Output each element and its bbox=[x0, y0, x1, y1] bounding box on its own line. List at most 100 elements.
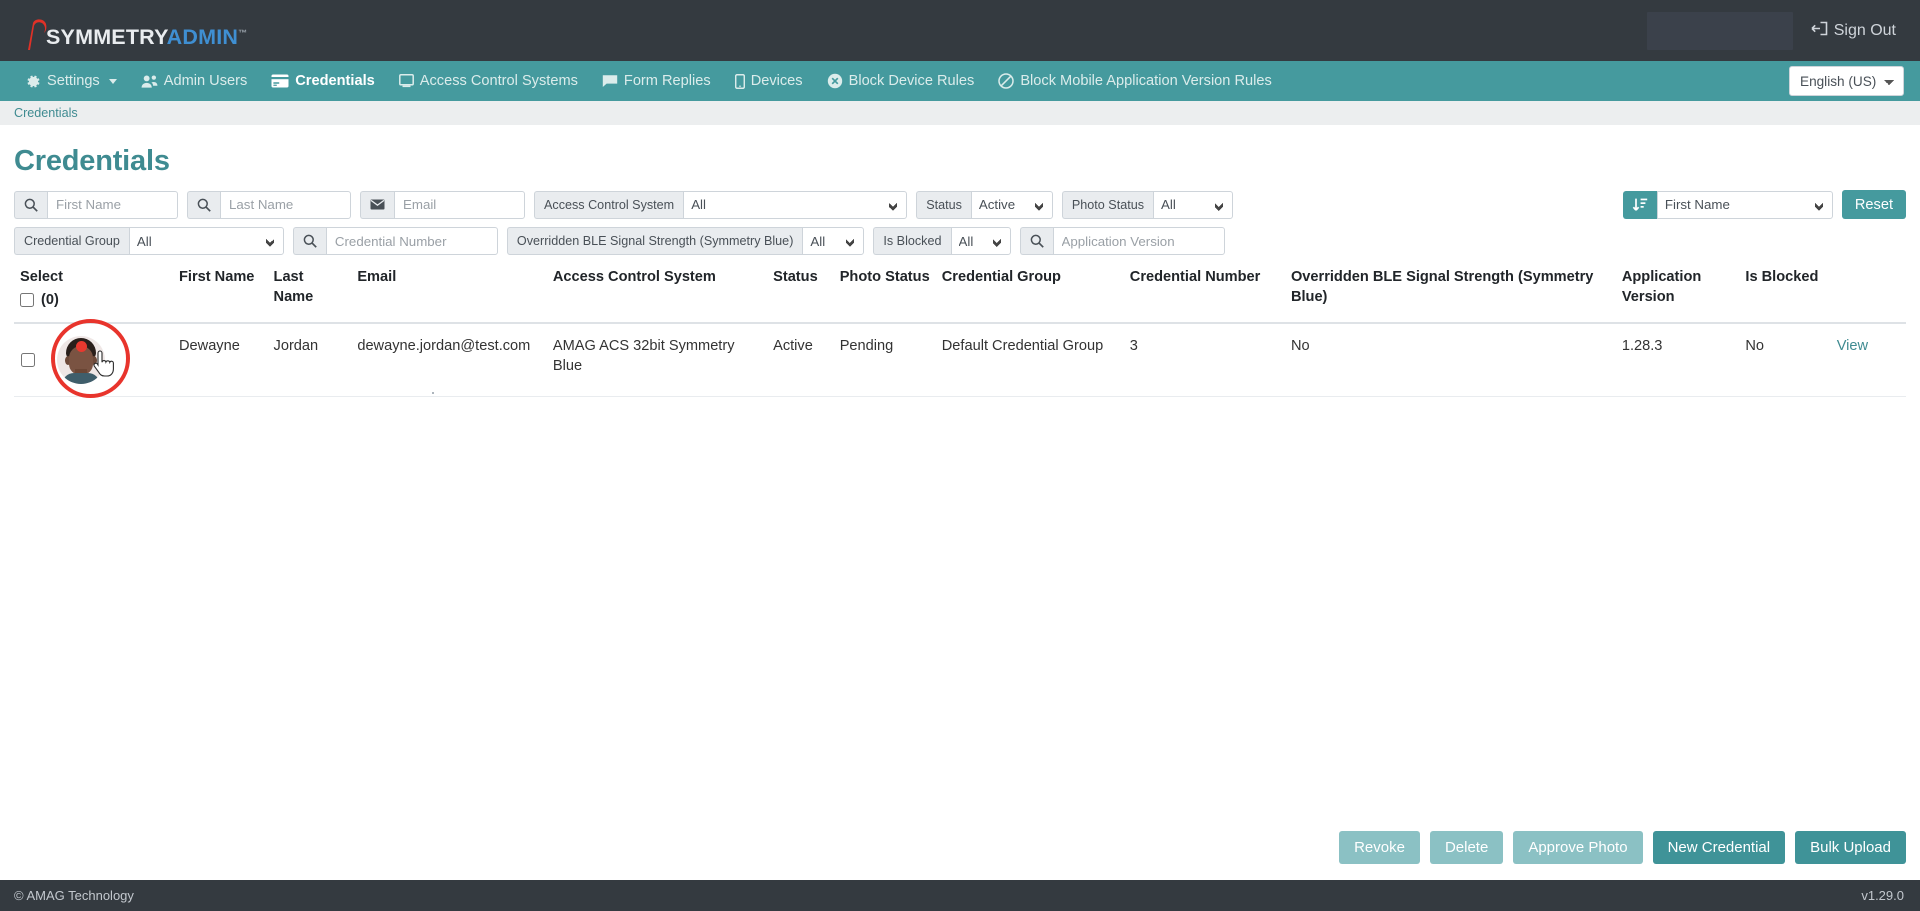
nav-item-credentials[interactable]: Credentials bbox=[259, 61, 386, 101]
credential-group-label: Credential Group bbox=[14, 227, 129, 255]
select-label: Select bbox=[20, 269, 63, 285]
header-photo-status[interactable]: Photo Status bbox=[833, 265, 936, 325]
copyright-text: © AMAG Technology bbox=[14, 888, 134, 903]
sign-out-button[interactable]: Sign Out bbox=[1811, 20, 1896, 42]
select-all-control: (0) bbox=[20, 290, 167, 310]
header-first-name[interactable]: First Name bbox=[173, 265, 268, 325]
nav-item-block-device-rules[interactable]: Block Device Rules bbox=[815, 61, 987, 101]
table-head: Select (0) First Name Last Name Email Ac… bbox=[14, 265, 1906, 325]
delete-button[interactable]: Delete bbox=[1429, 831, 1504, 864]
filter-row-2: Credential Group All Overridden BLE Sign… bbox=[14, 227, 1906, 255]
cell-access-control-system: AMAG ACS 32bit Symmetry Blue bbox=[546, 323, 768, 398]
breadcrumb: Credentials bbox=[0, 101, 1920, 125]
status-label: Status bbox=[916, 190, 971, 219]
chevron-down-icon bbox=[108, 78, 117, 84]
nav-item-block-mobile-application-version-rules[interactable]: Block Mobile Application Version Rules bbox=[986, 61, 1283, 101]
ble-signal-strength-filter: Overridden BLE Signal Strength (Symmetry… bbox=[506, 227, 865, 255]
sort-by-select[interactable]: First Name bbox=[1656, 190, 1833, 219]
photo-status-filter: Photo Status All bbox=[1061, 190, 1234, 219]
nav-label-admin-users: Admin Users bbox=[163, 73, 248, 89]
application-version-input[interactable] bbox=[1052, 227, 1225, 255]
ban-icon bbox=[998, 73, 1015, 89]
is-blocked-select[interactable]: All bbox=[950, 227, 1011, 255]
status-filter: Status Active bbox=[916, 190, 1053, 219]
email-input[interactable] bbox=[394, 190, 525, 219]
ban-x-icon bbox=[827, 73, 843, 89]
selected-count: (0) bbox=[41, 292, 59, 309]
brand-trademark: ™ bbox=[238, 27, 248, 38]
cell-credential-number: 3 bbox=[1123, 323, 1285, 398]
users-icon bbox=[141, 74, 158, 89]
select-all-checkbox[interactable] bbox=[20, 293, 34, 308]
search-icon bbox=[14, 190, 47, 219]
credential-number-input[interactable] bbox=[325, 227, 498, 255]
photo-status-select[interactable]: All bbox=[1153, 190, 1234, 219]
sign-out-icon bbox=[1811, 20, 1828, 42]
header-credential-group[interactable]: Credential Group bbox=[935, 265, 1124, 325]
cell-view: View bbox=[1830, 323, 1906, 398]
first-name-input[interactable] bbox=[47, 190, 178, 219]
cell-is-blocked: No bbox=[1739, 323, 1831, 398]
credential-group-select[interactable]: All bbox=[128, 227, 284, 255]
header-status[interactable]: Status bbox=[767, 265, 834, 325]
first-name-filter bbox=[14, 190, 178, 219]
nav-label-devices: Devices bbox=[750, 73, 803, 89]
nav-label-credentials: Credentials bbox=[295, 73, 375, 89]
brand-logo[interactable]: SYMMETRYADMIN™ bbox=[18, 11, 247, 51]
nav-item-form-replies[interactable]: Form Replies bbox=[590, 61, 723, 101]
nav-item-settings[interactable]: Settings bbox=[14, 61, 129, 101]
nav-label-access-control-systems: Access Control Systems bbox=[419, 73, 578, 89]
cell-last-name: Jordan bbox=[267, 323, 352, 398]
header-application-version[interactable]: Application Version bbox=[1615, 265, 1740, 325]
mouse-cursor-icon bbox=[92, 350, 114, 384]
row-select-and-avatar bbox=[20, 319, 167, 399]
bulk-upload-button[interactable]: Bulk Upload bbox=[1795, 831, 1906, 864]
access-control-system-filter: Access Control System All bbox=[534, 190, 908, 219]
new-credential-button[interactable]: New Credential bbox=[1652, 831, 1786, 864]
last-name-input[interactable] bbox=[220, 190, 351, 219]
sort-control: First Name bbox=[1622, 190, 1833, 219]
status-select[interactable]: Active bbox=[970, 190, 1053, 219]
nav-items: Settings Admin Users Credentials Access … bbox=[14, 61, 1284, 101]
row-checkbox[interactable] bbox=[21, 353, 35, 368]
sort-icon[interactable] bbox=[1622, 190, 1657, 219]
breadcrumb-item-credentials[interactable]: Credentials bbox=[14, 106, 78, 120]
header-email[interactable]: Email bbox=[351, 265, 547, 325]
photo-status-label: Photo Status bbox=[1061, 190, 1154, 219]
page-artifact-dot bbox=[432, 392, 434, 394]
view-link[interactable]: View bbox=[1837, 338, 1868, 354]
redacted-user-field bbox=[1646, 11, 1793, 50]
revoke-button[interactable]: Revoke bbox=[1339, 831, 1420, 864]
nav-item-devices[interactable]: Devices bbox=[723, 61, 815, 101]
reset-button[interactable]: Reset bbox=[1841, 190, 1906, 219]
gear-icon bbox=[26, 74, 41, 89]
search-icon bbox=[187, 190, 220, 219]
nav-item-admin-users[interactable]: Admin Users bbox=[129, 61, 260, 101]
header-last-name[interactable]: Last Name bbox=[267, 265, 352, 325]
symmetry-hook-icon bbox=[24, 17, 50, 56]
access-control-system-select[interactable]: All bbox=[683, 190, 908, 219]
cell-select bbox=[14, 319, 173, 399]
ble-signal-strength-select[interactable]: All bbox=[802, 227, 865, 255]
nav-label-settings: Settings bbox=[47, 73, 100, 89]
brand-wordmark: SYMMETRYADMIN™ bbox=[46, 26, 248, 49]
cell-status: Active bbox=[767, 323, 834, 398]
language-selector[interactable]: English (US) bbox=[1789, 66, 1904, 96]
cell-photo-status: Pending bbox=[833, 323, 936, 398]
search-icon bbox=[292, 227, 326, 255]
header-ble-signal-strength[interactable]: Overridden BLE Signal Strength (Symmetry… bbox=[1284, 265, 1616, 325]
header-is-blocked[interactable]: Is Blocked bbox=[1739, 265, 1831, 325]
approve-photo-button[interactable]: Approve Photo bbox=[1513, 831, 1643, 864]
nav-label-form-replies: Form Replies bbox=[623, 73, 711, 89]
chat-icon bbox=[602, 74, 618, 88]
top-bar: SYMMETRYADMIN™ Sign Out bbox=[0, 0, 1920, 61]
header-credential-number[interactable]: Credential Number bbox=[1123, 265, 1285, 325]
cell-ble-signal-strength: No bbox=[1284, 323, 1616, 398]
top-bar-right: Sign Out bbox=[1646, 11, 1896, 50]
header-select: Select (0) bbox=[14, 265, 173, 325]
nav-item-access-control-systems[interactable]: Access Control Systems bbox=[387, 61, 590, 101]
credential-group-filter: Credential Group All bbox=[14, 227, 284, 255]
cell-first-name: Dewayne bbox=[173, 323, 268, 398]
filter-panel: Access Control System All Status Active … bbox=[0, 190, 1920, 255]
header-access-control-system[interactable]: Access Control System bbox=[546, 265, 768, 325]
